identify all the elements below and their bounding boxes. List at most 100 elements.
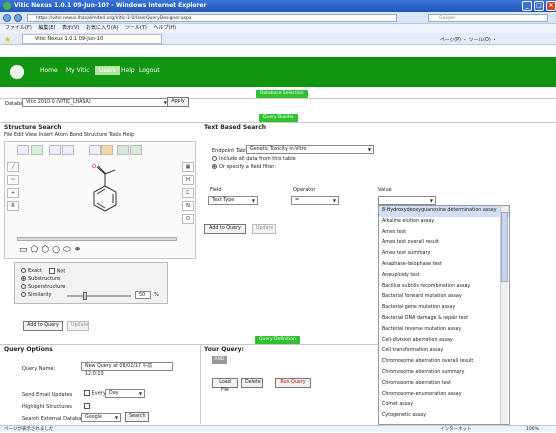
template-icon[interactable] — [89, 145, 101, 155]
nav-my-vitic[interactable]: My Vitic — [66, 66, 90, 75]
superstructure-radio[interactable] — [21, 284, 26, 289]
dropdown-option[interactable]: Ames test overall result — [379, 238, 509, 249]
editor-menu-atom[interactable]: Atom — [55, 132, 68, 138]
editor-menu-insert[interactable]: Insert — [39, 132, 53, 138]
redo-icon[interactable] — [62, 145, 74, 155]
structure-add-to-query-button[interactable]: Add to Query — [23, 321, 63, 331]
select-tool-icon[interactable] — [17, 145, 29, 155]
clean-tool-icon[interactable] — [130, 145, 142, 155]
editor-menu-structure[interactable]: Structure — [84, 132, 107, 138]
shape-templates-icon[interactable]: ▭⬠⬡○⬭⚭ — [19, 245, 84, 255]
menu-file[interactable]: ファイル(F) — [5, 25, 32, 31]
menu-help[interactable]: ヘルプ(H) — [153, 25, 176, 31]
text-add-to-query-button[interactable]: Add to Query — [204, 224, 246, 234]
structure-update-button[interactable]: Update — [67, 321, 89, 331]
value-dropdown-list[interactable]: 8-Hydroxydeoxyguanosine determination as… — [378, 205, 510, 425]
dropdown-option[interactable]: Chromosome aberration test — [379, 379, 509, 390]
minimize-button[interactable]: _ — [522, 1, 532, 11]
single-bond-icon[interactable]: ╱ — [7, 162, 19, 172]
field-filter-radio[interactable] — [212, 164, 217, 169]
dropdown-option[interactable]: Cell transformation assay — [379, 346, 509, 357]
dropdown-option[interactable]: Bacterial gene mutation assay — [379, 303, 509, 314]
structure-editor[interactable]: ╱ 〰 + R ▦ H C N O O ▭⬠⬡○⬭⚭ — [4, 141, 196, 259]
close-button[interactable]: × — [546, 1, 556, 11]
element-picker-icon[interactable]: ▦ — [182, 162, 194, 172]
editor-horizontal-scrollbar[interactable] — [17, 237, 177, 241]
dropdown-option[interactable]: Anaphase-telophase test — [379, 260, 509, 271]
menu-tools[interactable]: ツール(T) — [125, 25, 147, 31]
run-query-button[interactable]: Run Query — [275, 378, 311, 388]
menu-view[interactable]: 表示(V) — [62, 25, 79, 31]
element-o-button[interactable]: O — [182, 214, 194, 224]
not-checkbox[interactable] — [49, 268, 55, 274]
nav-home[interactable]: Home — [40, 66, 58, 75]
value-select[interactable]: ▼ — [378, 196, 436, 205]
endpoint-table-select[interactable]: Genetic Toxicity In-Vitro ▼ — [246, 145, 374, 154]
maximize-button[interactable]: □ — [534, 1, 544, 11]
undo-icon[interactable] — [49, 145, 61, 155]
include-all-radio[interactable] — [212, 156, 217, 161]
ring-tool-icon[interactable] — [101, 145, 113, 155]
back-icon[interactable] — [3, 14, 11, 22]
editor-menu-bond[interactable]: Bond — [69, 132, 82, 138]
send-email-checkbox[interactable] — [84, 390, 90, 396]
element-h-button[interactable]: H — [182, 175, 194, 185]
and-operator-badge[interactable]: AND — [212, 356, 227, 364]
editor-menu-tools[interactable]: Tools — [109, 132, 121, 138]
dropdown-option[interactable]: Comet assay — [379, 400, 509, 411]
similarity-slider-handle[interactable] — [83, 292, 87, 300]
eraser-icon[interactable] — [31, 145, 43, 155]
browser-tab[interactable]: Vitic Nexus 1.0.1 09-Jun-10 — [22, 34, 162, 44]
page-tools-menu[interactable]: ページ(P) ・ ツール(O) ・ — [440, 36, 497, 43]
favorites-star-icon[interactable]: ★ — [4, 35, 11, 44]
search-input[interactable]: Google — [428, 14, 548, 22]
external-search-button[interactable]: Search — [125, 412, 149, 422]
charge-tool-icon[interactable]: + — [7, 188, 19, 198]
address-input[interactable]: https://vitic.nexus.lhasalimited.org/Vit… — [27, 14, 397, 22]
editor-menu-help[interactable]: Help — [123, 132, 134, 138]
nav-users[interactable]: Users — [95, 66, 120, 75]
dropdown-option[interactable]: Aneuploidy test — [379, 271, 509, 282]
dropdown-option[interactable]: Alkaline elution assay — [379, 217, 509, 228]
editor-menu-edit[interactable]: Edit — [14, 132, 24, 138]
editor-menu-view[interactable]: View — [25, 132, 37, 138]
dropdown-option[interactable]: Chromosome aberration summary — [379, 368, 509, 379]
database-select[interactable]: Vitic 2010.0 (VITIC_LHASA) ▼ — [22, 98, 170, 107]
dropdown-option[interactable]: Cell-division aberration assay — [379, 336, 509, 347]
field-select[interactable]: Text Type ▼ — [208, 196, 258, 205]
similarity-radio[interactable] — [21, 292, 26, 297]
chain-tool-icon[interactable]: 〰 — [7, 175, 19, 185]
operator-select[interactable]: = ▼ — [291, 196, 339, 205]
similarity-slider[interactable] — [67, 295, 131, 297]
dropdown-option[interactable]: Ames test — [379, 228, 509, 239]
editor-menu-file[interactable]: File — [4, 132, 12, 138]
nav-logout[interactable]: Logout — [139, 66, 160, 75]
highlight-structures-checkbox[interactable] — [84, 403, 90, 409]
substructure-radio[interactable] — [21, 276, 26, 281]
text-update-button[interactable]: Update — [252, 224, 276, 234]
dropdown-option[interactable]: Ames test summary — [379, 249, 509, 260]
zoom-tool-icon[interactable] — [117, 145, 129, 155]
rgroup-tool-icon[interactable]: R — [7, 201, 19, 211]
dropdown-option[interactable]: Bacterial DNA damage & repair test — [379, 314, 509, 325]
element-n-button[interactable]: N — [182, 201, 194, 211]
dropdown-option[interactable]: Bacterial reverse mutation assay — [379, 325, 509, 336]
dropdown-option[interactable]: Chromosome-enumeration assay — [379, 390, 509, 401]
menu-edit[interactable]: 編集(E) — [38, 25, 55, 31]
forward-icon[interactable] — [14, 14, 22, 22]
load-file-button[interactable]: Load File — [212, 378, 238, 393]
exact-radio[interactable] — [21, 268, 26, 273]
similarity-value-input[interactable]: 50 — [135, 291, 151, 299]
dropdown-option[interactable]: Cytogenetic assay — [379, 411, 509, 422]
nav-help[interactable]: Help — [121, 66, 135, 75]
dropdown-option[interactable]: Chromosome aberration overall result — [379, 357, 509, 368]
dropdown-scrollbar[interactable] — [500, 206, 508, 424]
email-frequency-select[interactable]: Day ▼ — [105, 389, 145, 398]
element-c-button[interactable]: C — [182, 188, 194, 198]
dropdown-option[interactable]: Bacillus subtilis recombination assay — [379, 282, 509, 293]
apply-button[interactable]: Apply — [167, 97, 189, 107]
delete-button[interactable]: Delete — [241, 378, 263, 388]
menu-favorites[interactable]: お気に入り(A) — [86, 25, 118, 31]
dropdown-option[interactable]: Bacterial forward mutation assay — [379, 292, 509, 303]
query-name-input[interactable]: New Query at 08/02/17 午前 12:0:10 — [81, 362, 173, 377]
